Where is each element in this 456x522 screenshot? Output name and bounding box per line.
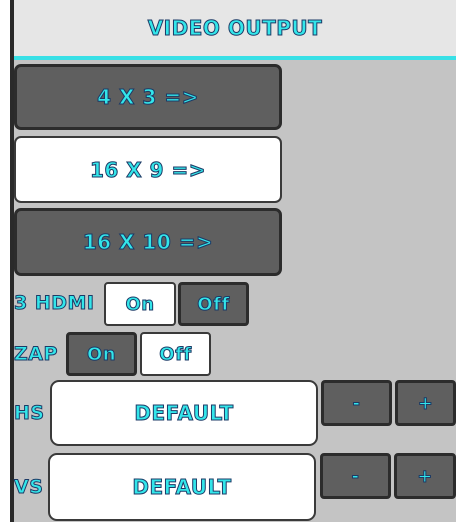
hdmi-label: 3 HDMI xyxy=(13,292,95,315)
zap-label: ZAP xyxy=(14,343,58,366)
hdmi-on-button[interactable]: On xyxy=(104,282,176,326)
vs-value: DEFAULT xyxy=(132,475,232,500)
hs-decrement-button[interactable]: - xyxy=(321,380,392,426)
hs-value: DEFAULT xyxy=(134,401,234,426)
hs-label: HS xyxy=(14,402,45,425)
aspect-4x3-button[interactable]: 4 X 3 => xyxy=(14,64,282,130)
aspect-16x9-button[interactable]: 16 X 9 => xyxy=(14,136,282,203)
aspect-16x10-button[interactable]: 16 X 10 => xyxy=(14,208,282,276)
zap-off-label: Off xyxy=(159,343,192,365)
hdmi-off-button[interactable]: Off xyxy=(178,282,249,326)
vs-decrement-button[interactable]: - xyxy=(320,453,391,499)
aspect-4x3-label: 4 X 3 => xyxy=(97,85,199,110)
zap-on-label: On xyxy=(86,343,117,365)
hdmi-off-label: Off xyxy=(197,293,230,315)
hdmi-on-label: On xyxy=(125,293,155,315)
hs-increment-button[interactable]: + xyxy=(395,380,456,426)
vs-label: VS xyxy=(13,476,44,499)
hs-value-field[interactable]: DEFAULT xyxy=(50,380,318,446)
zap-off-button[interactable]: Off xyxy=(140,332,211,376)
aspect-16x9-label: 16 X 9 => xyxy=(89,157,207,182)
panel-header: VIDEO OUTPUT xyxy=(14,0,456,60)
vs-value-field[interactable]: DEFAULT xyxy=(48,453,316,521)
zap-on-button[interactable]: On xyxy=(66,332,137,376)
hs-plus-label: + xyxy=(417,392,434,414)
page-title: VIDEO OUTPUT xyxy=(147,16,323,41)
vs-minus-label: - xyxy=(351,465,360,487)
vs-plus-label: + xyxy=(417,465,433,487)
hs-minus-label: - xyxy=(352,392,361,414)
aspect-16x10-label: 16 X 10 => xyxy=(82,230,214,255)
vs-increment-button[interactable]: + xyxy=(394,453,456,499)
